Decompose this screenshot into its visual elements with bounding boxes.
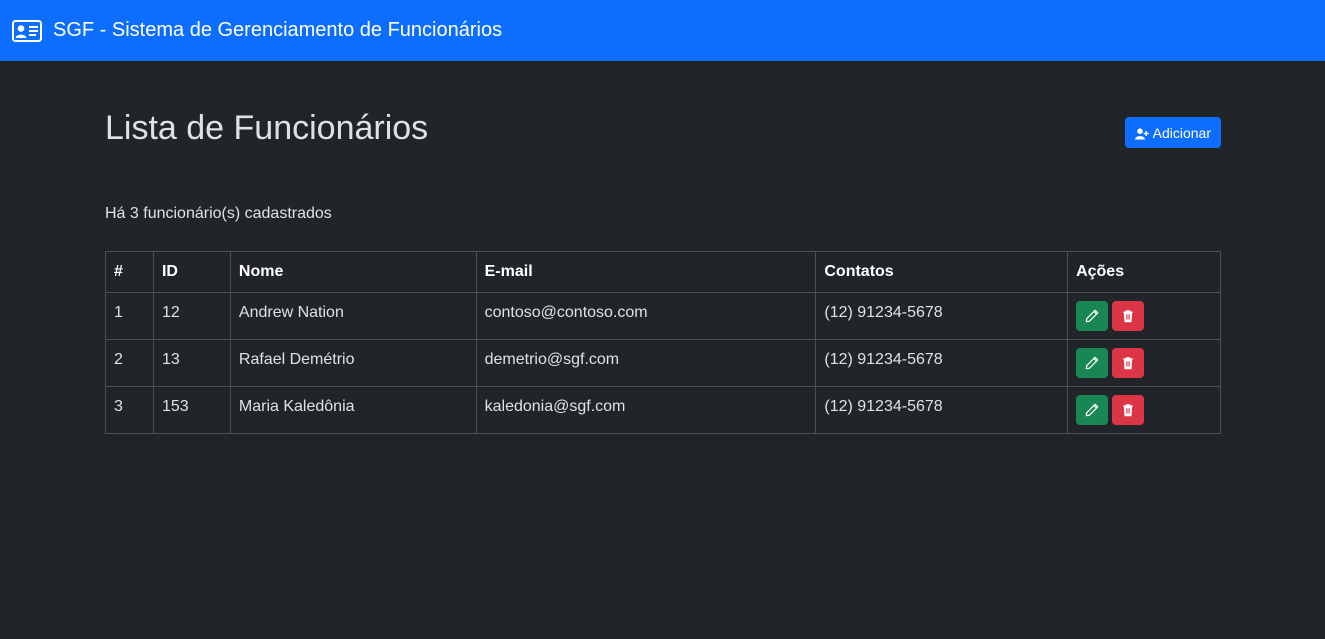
delete-button[interactable]	[1112, 395, 1145, 425]
column-header-number: #	[105, 251, 154, 293]
cell-email: contoso@contoso.com	[475, 292, 817, 340]
trash-icon	[1123, 357, 1133, 370]
column-header-contacts: Contatos	[815, 251, 1069, 293]
pencil-icon	[1085, 403, 1099, 417]
delete-button[interactable]	[1112, 348, 1145, 378]
cell-id: 12	[152, 292, 231, 340]
cell-name: Andrew Nation	[229, 292, 477, 340]
cell-contact: (12) 91234-5678	[815, 292, 1069, 340]
employee-count-text: Há 3 funcionário(s) cadastrados	[105, 205, 332, 222]
cell-id: 153	[152, 386, 231, 434]
edit-button[interactable]	[1076, 301, 1109, 331]
cell-contact: (12) 91234-5678	[815, 386, 1069, 434]
column-header-name: Nome	[229, 251, 477, 293]
cell-name: Rafael Demétrio	[229, 339, 477, 387]
cell-number: 3	[105, 386, 154, 434]
id-card-icon	[12, 19, 42, 42]
cell-actions	[1067, 386, 1221, 434]
navbar: SGF - Sistema de Gerenciamento de Funcio…	[0, 0, 1325, 61]
cell-email: kaledonia@sgf.com	[475, 386, 817, 434]
trash-icon	[1123, 310, 1133, 323]
column-header-actions: Ações	[1067, 251, 1221, 293]
table-row: 3 153 Maria Kaledônia kaledonia@sgf.com …	[105, 386, 1221, 434]
navbar-title: SGF - Sistema de Gerenciamento de Funcio…	[53, 19, 503, 41]
employees-table: # ID Nome E-mail Contatos Ações 1 12 And…	[105, 251, 1221, 434]
cell-id: 13	[152, 339, 231, 387]
cell-number: 2	[105, 339, 154, 387]
navbar-brand[interactable]: SGF - Sistema de Gerenciamento de Funcio…	[12, 19, 502, 42]
cell-contact: (12) 91234-5678	[815, 339, 1069, 387]
edit-button[interactable]	[1076, 348, 1109, 378]
table-row: 2 13 Rafael Demétrio demetrio@sgf.com (1…	[105, 339, 1221, 387]
pencil-icon	[1085, 356, 1099, 370]
edit-button[interactable]	[1076, 395, 1109, 425]
column-header-email: E-mail	[475, 251, 817, 293]
table-header-row: # ID Nome E-mail Contatos Ações	[105, 251, 1221, 293]
cell-email: demetrio@sgf.com	[475, 339, 817, 387]
column-header-id: ID	[152, 251, 231, 293]
cell-number: 1	[105, 292, 154, 340]
add-employee-button[interactable]: Adicionar	[1124, 117, 1221, 148]
table-row: 1 12 Andrew Nation contoso@contoso.com (…	[105, 292, 1221, 340]
cell-name: Maria Kaledônia	[229, 386, 477, 434]
user-plus-icon	[1134, 127, 1149, 139]
cell-actions	[1067, 292, 1221, 340]
delete-button[interactable]	[1112, 301, 1145, 331]
pencil-icon	[1085, 309, 1099, 323]
trash-icon	[1123, 404, 1133, 417]
page-title: Lista de Funcionários	[105, 109, 429, 147]
add-button-label: Adicionar	[1152, 124, 1211, 141]
cell-actions	[1067, 339, 1221, 387]
